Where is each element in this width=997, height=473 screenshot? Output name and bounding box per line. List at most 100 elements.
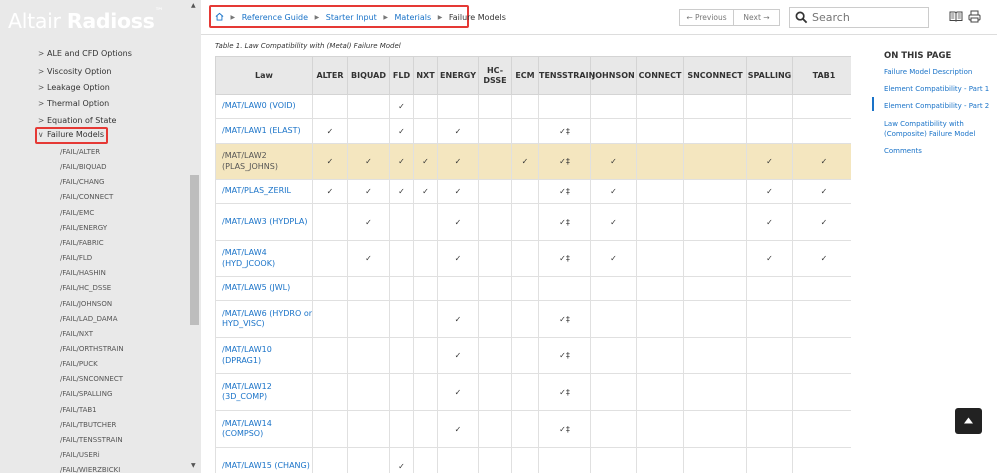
compat-cell: ✓ [792, 240, 851, 277]
sidebar-scrollbar-thumb[interactable] [190, 175, 199, 325]
sidebar-subitem[interactable]: /FAIL/BIQUAD [60, 163, 107, 171]
column-header: SPALLING [746, 56, 793, 95]
compat-cell: ✓ [792, 203, 851, 241]
compat-cell [511, 118, 539, 144]
compat-cell [478, 118, 512, 144]
compat-cell [746, 447, 793, 473]
compat-cell: ✓ [437, 118, 479, 144]
sidebar-subitem[interactable]: /FAIL/FLD [60, 254, 92, 262]
otp-link-law-compat-composite[interactable]: Law Compatibility with (Composite) Failu… [884, 119, 994, 139]
home-icon[interactable] [215, 12, 224, 21]
compat-cell [347, 373, 390, 411]
compat-cell [511, 240, 539, 277]
compat-cell [683, 240, 747, 277]
breadcrumb-reference-guide[interactable]: Reference Guide [242, 13, 308, 22]
back-to-top-button[interactable] [955, 408, 982, 434]
law-link[interactable]: /MAT/LAW5 (JWL) [215, 276, 313, 301]
compat-cell [478, 240, 512, 277]
compat-cell [636, 203, 684, 241]
sidebar-subitem[interactable]: /FAIL/TAB1 [60, 406, 97, 414]
law-link[interactable]: /MAT/LAW3 (HYDPLA) [215, 203, 313, 241]
sidebar-subitem[interactable]: /FAIL/TENSSTRAIN [60, 436, 123, 444]
compat-cell: ✓‡ [538, 118, 591, 144]
law-link[interactable]: /MAT/LAW6 (HYDRO or HYD_VISC) [215, 300, 313, 338]
otp-link-element-compat-part2[interactable]: Element Compatibility - Part 2 [884, 101, 994, 111]
sidebar-subitem[interactable]: /FAIL/ENERGY [60, 224, 107, 232]
sidebar-item-equation-of-state[interactable]: > Equation of State [38, 116, 116, 125]
compat-cell [413, 410, 438, 448]
compat-cell [636, 143, 684, 180]
scroll-up-icon[interactable]: ▲ [191, 2, 196, 9]
table-row: /MAT/LAW10 (DPRAG1) ✓ ✓‡ [215, 337, 851, 374]
otp-link-failure-model-description[interactable]: Failure Model Description [884, 67, 994, 77]
compat-cell [312, 337, 348, 374]
sidebar-subitem[interactable]: /FAIL/FABRIC [60, 239, 104, 247]
compat-cell [792, 276, 851, 301]
column-header: TENSSTRAIN [538, 56, 595, 95]
breadcrumb-failure-models: Failure Models [448, 13, 506, 22]
table-row: /MAT/LAW2 (PLAS_JOHNS) ✓ ✓ ✓ ✓ ✓ ✓ ✓‡ ✓ ✓ ✓ [215, 143, 851, 180]
law-link[interactable]: /MAT/LAW1 (ELAST) [215, 118, 313, 144]
compat-cell [511, 179, 539, 204]
print-icon[interactable] [968, 10, 981, 23]
breadcrumb-starter-input[interactable]: Starter Input [326, 13, 377, 22]
breadcrumb-materials[interactable]: Materials [395, 13, 432, 22]
compat-cell [389, 373, 414, 411]
sidebar-subitem[interactable]: /FAIL/PUCK [60, 360, 98, 368]
search-box[interactable] [789, 7, 929, 28]
compat-cell [636, 276, 684, 301]
sidebar-item-leakage-option[interactable]: > Leakage Option [38, 83, 110, 92]
compat-cell [683, 94, 747, 119]
brand-logo[interactable]: Altair Radioss™ [0, 0, 201, 40]
compat-cell: ✓‡ [538, 373, 591, 411]
compat-cell [683, 118, 747, 144]
sidebar-subitem[interactable]: /FAIL/LAD_DAMA [60, 315, 117, 323]
next-button[interactable]: Next → [734, 9, 780, 26]
book-icon[interactable] [949, 10, 963, 23]
sidebar-subitem[interactable]: /FAIL/NXT [60, 330, 93, 338]
compat-cell: ✓ [746, 240, 793, 277]
law-link[interactable]: /MAT/LAW4 (HYD_JCOOK) [215, 240, 313, 277]
sidebar-subitem[interactable]: /FAIL/SNCONNECT [60, 375, 123, 383]
law-link[interactable]: /MAT/LAW14 (COMPSO) [215, 410, 313, 448]
search-icon[interactable] [795, 11, 808, 24]
column-header: JOHNSON [590, 56, 637, 95]
previous-button[interactable]: ← Previous [679, 9, 734, 26]
sidebar-subitem[interactable]: /FAIL/USERi [60, 451, 100, 459]
column-header: NXT [413, 56, 438, 95]
compat-cell [312, 94, 348, 119]
compat-cell [478, 143, 512, 180]
compat-cell [478, 94, 512, 119]
otp-link-element-compat-part1[interactable]: Element Compatibility - Part 1 [884, 84, 994, 94]
compat-cell: ✓ [746, 203, 793, 241]
sidebar-subitem[interactable]: /FAIL/JOHNSON [60, 300, 112, 308]
caret-up-icon [964, 417, 973, 424]
sidebar-subitem[interactable]: /FAIL/HC_DSSE [60, 284, 111, 292]
law-link[interactable]: /MAT/LAW10 (DPRAG1) [215, 337, 313, 374]
compat-cell [683, 143, 747, 180]
law-link[interactable]: /MAT/PLAS_ZERIL [215, 179, 313, 204]
sidebar-subitem[interactable]: /FAIL/TBUTCHER [60, 421, 116, 429]
scroll-down-icon[interactable]: ▼ [191, 462, 196, 469]
law-link[interactable]: /MAT/LAW15 (CHANG) [215, 447, 313, 473]
sidebar-subitem[interactable]: /FAIL/ALTER [60, 148, 100, 156]
compat-cell: ✓ [437, 143, 479, 180]
law-link[interactable]: /MAT/LAW12 (3D_COMP) [215, 373, 313, 411]
sidebar-subitem[interactable]: /FAIL/SPALLING [60, 390, 112, 398]
breadcrumb-separator-icon: ▶ [437, 14, 443, 21]
compat-cell [792, 410, 851, 448]
sidebar-item-thermal-option[interactable]: > Thermal Option [38, 99, 109, 108]
sidebar-subitem[interactable]: /FAIL/EMC [60, 209, 94, 217]
compat-cell [312, 300, 348, 338]
sidebar-subitem[interactable]: /FAIL/WIERZBICKI [60, 466, 120, 473]
law-link[interactable]: /MAT/LAW0 (VOID) [215, 94, 313, 119]
sidebar-item-viscosity-option[interactable]: > Viscosity Option [38, 67, 111, 76]
sidebar-subitem[interactable]: /FAIL/CONNECT [60, 193, 113, 201]
compat-cell [590, 118, 637, 144]
sidebar-subitem[interactable]: /FAIL/CHANG [60, 178, 104, 186]
otp-link-comments[interactable]: Comments [884, 146, 994, 156]
sidebar-subitem[interactable]: /FAIL/ORTHSTRAIN [60, 345, 124, 353]
search-input[interactable] [812, 8, 924, 27]
sidebar-item-ale-and-cfd-options[interactable]: > ALE and CFD Options [38, 49, 132, 58]
sidebar-subitem[interactable]: /FAIL/HASHIN [60, 269, 106, 277]
